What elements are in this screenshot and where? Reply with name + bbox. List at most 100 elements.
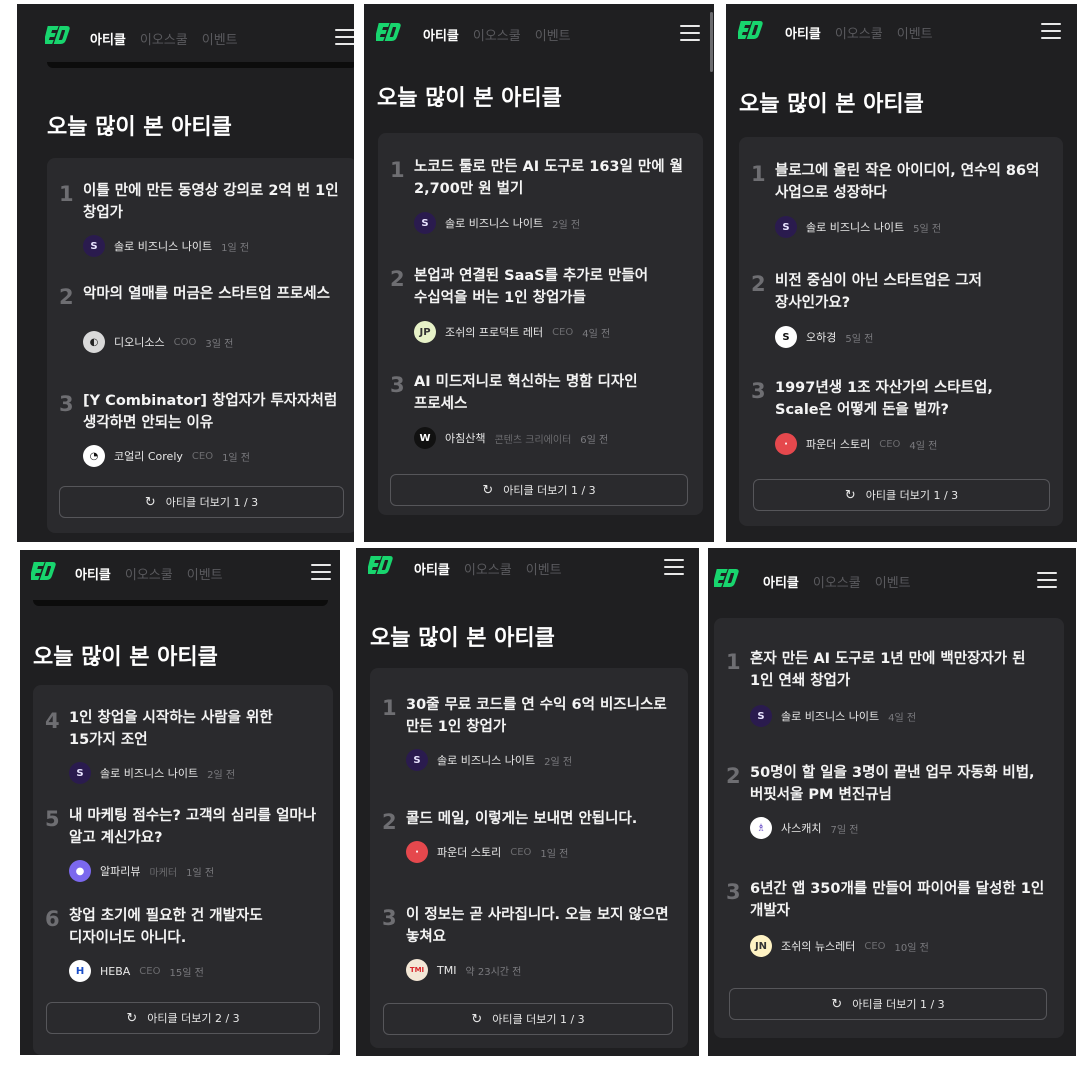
author-avatar[interactable]: S <box>414 212 436 234</box>
nav-tab[interactable]: 이벤트 <box>187 564 223 583</box>
nav-tab[interactable]: 이오스쿨 <box>473 25 521 44</box>
author-name[interactable]: 코얼리 Corely <box>114 448 183 464</box>
author-name[interactable]: 솔로 비즈니스 나이트 <box>437 752 535 768</box>
nav-tab[interactable]: 이벤트 <box>202 29 238 48</box>
author-name[interactable]: 솔로 비즈니스 나이트 <box>445 215 543 231</box>
hamburger-menu-icon[interactable] <box>1041 23 1061 39</box>
load-more-button[interactable]: ↻ 아티클 더보기 1 / 3 <box>383 1003 673 1035</box>
hamburger-menu-icon[interactable] <box>335 29 354 45</box>
nav-tab[interactable]: 아티클 <box>75 564 111 583</box>
load-more-button[interactable]: ↻ 아티클 더보기 1 / 3 <box>59 486 344 518</box>
author-name[interactable]: 사스캐치 <box>781 820 821 836</box>
nav-tab[interactable]: 아티클 <box>785 23 821 42</box>
nav-tab[interactable]: 이오스쿨 <box>140 29 188 48</box>
eo-logo-icon[interactable] <box>738 19 764 41</box>
author-avatar[interactable]: · <box>406 841 428 863</box>
eo-logo-icon[interactable] <box>714 567 740 589</box>
article-title[interactable]: 1인 창업을 시작하는 사람을 위한 15가지 조언 <box>69 707 321 751</box>
article-item[interactable]: 1 이틀 만에 만든 동영상 강의로 2억 번 1인 창업가 S 솔로 비즈니스 나이… <box>59 180 345 260</box>
article-title[interactable]: 내 마케팅 점수는? 고객의 심리를 얼마나 알고 계신가요? <box>69 805 321 849</box>
article-item[interactable]: 3 6년간 앱 350개를 만들어 파이어를 달성한 1인 개발자 JN 조쉬의 뉴스… <box>726 878 1052 958</box>
hamburger-menu-icon[interactable] <box>1037 572 1057 588</box>
author-name[interactable]: 조쉬의 뉴스레터 <box>781 938 855 954</box>
article-title[interactable]: 이틀 만에 만든 동영상 강의로 2억 번 1인 창업가 <box>83 180 345 224</box>
author-name[interactable]: 아침산책 <box>445 430 485 446</box>
nav-tab[interactable]: 아티클 <box>90 29 126 48</box>
article-item[interactable]: 2 비전 중심이 아닌 스타트업은 그저 장사인가요? S 오하경 5일 전 <box>751 270 1051 350</box>
article-item[interactable]: 2 콜드 메일, 이렇게는 보내면 안됩니다. · 파운더 스토리 CEO 1일 전 <box>382 808 676 888</box>
article-item[interactable]: 3 AI 미드저니로 혁신하는 명함 디자인 프로세스 W 아침산책 콘텐츠 크리에이터… <box>390 371 691 451</box>
load-more-button[interactable]: ↻ 아티클 더보기 2 / 3 <box>46 1002 320 1034</box>
article-item[interactable]: 5 내 마케팅 점수는? 고객의 심리를 얼마나 알고 계신가요? ● 알파리뷰 마케터… <box>45 805 321 885</box>
nav-tab[interactable]: 이벤트 <box>875 572 911 591</box>
author-avatar[interactable]: ● <box>69 860 91 882</box>
author-name[interactable]: 오하경 <box>806 329 836 345</box>
eo-logo-icon[interactable] <box>368 554 394 576</box>
article-title[interactable]: AI 미드저니로 혁신하는 명함 디자인 프로세스 <box>414 371 691 415</box>
article-item[interactable]: 3 이 정보는 곧 사라집니다. 오늘 보지 않으면 놓쳐요 TMI TMI 약 23시… <box>382 904 676 984</box>
author-avatar[interactable]: H <box>69 960 91 982</box>
article-item[interactable]: 4 1인 창업을 시작하는 사람을 위한 15가지 조언 S 솔로 비즈니스 나이트 2… <box>45 707 321 787</box>
author-name[interactable]: 솔로 비즈니스 나이트 <box>781 708 879 724</box>
article-title[interactable]: 1997년생 1조 자산가의 스타트업, Scale은 어떻게 돈을 벌까? <box>775 377 1051 421</box>
author-avatar[interactable]: S <box>750 705 772 727</box>
article-title[interactable]: 6년간 앱 350개를 만들어 파이어를 달성한 1인 개발자 <box>750 878 1052 922</box>
hamburger-menu-icon[interactable] <box>680 25 700 41</box>
author-name[interactable]: HEBA <box>100 965 130 978</box>
article-item[interactable]: 1 노코드 툴로 만든 AI 도구로 163일 만에 월 2,700만 원 벌기 S… <box>390 156 691 236</box>
nav-tab[interactable]: 이오스쿨 <box>835 23 883 42</box>
article-title[interactable]: 혼자 만든 AI 도구로 1년 만에 백만장자가 된 1인 연쇄 창업가 <box>750 648 1052 692</box>
author-avatar[interactable]: JP <box>414 321 436 343</box>
author-name[interactable]: 파운더 스토리 <box>806 436 870 452</box>
nav-tab[interactable]: 이벤트 <box>526 559 562 578</box>
article-title[interactable]: 창업 초기에 필요한 건 개발자도 디자이너도 아니다. <box>69 905 321 949</box>
article-item[interactable]: 2 악마의 열매를 머금은 스타트업 프로세스 ◐ 디오니소스 COO 3일 전 <box>59 283 345 363</box>
hamburger-menu-icon[interactable] <box>311 564 331 580</box>
nav-tab[interactable]: 아티클 <box>414 559 450 578</box>
scrollbar-thumb[interactable] <box>710 12 713 72</box>
article-title[interactable]: 비전 중심이 아닌 스타트업은 그저 장사인가요? <box>775 270 1051 314</box>
author-avatar[interactable]: ◔ <box>83 445 105 467</box>
article-title[interactable]: 블로그에 올린 작은 아이디어, 연수익 86억 사업으로 성장하다 <box>775 160 1051 204</box>
article-item[interactable]: 2 본업과 연결된 SaaS를 추가로 만들어 수십억을 버는 1인 창업가들 JP… <box>390 265 691 345</box>
author-avatar[interactable]: ◐ <box>83 331 105 353</box>
nav-tab[interactable]: 이벤트 <box>535 25 571 44</box>
article-title[interactable]: 이 정보는 곧 사라집니다. 오늘 보지 않으면 놓쳐요 <box>406 904 676 948</box>
load-more-button[interactable]: ↻ 아티클 더보기 1 / 3 <box>390 474 688 506</box>
author-avatar[interactable]: W <box>414 427 436 449</box>
article-title[interactable]: 악마의 열매를 머금은 스타트업 프로세스 <box>83 283 345 305</box>
eo-logo-icon[interactable] <box>376 21 402 43</box>
author-avatar[interactable]: S <box>775 326 797 348</box>
article-title[interactable]: 노코드 툴로 만든 AI 도구로 163일 만에 월 2,700만 원 벌기 <box>414 156 691 200</box>
author-name[interactable]: 파운더 스토리 <box>437 844 501 860</box>
author-name[interactable]: 디오니소스 <box>114 334 165 350</box>
article-item[interactable]: 6 창업 초기에 필요한 건 개발자도 디자이너도 아니다. H HEBA CEO 15일… <box>45 905 321 985</box>
author-avatar[interactable]: JN <box>750 935 772 957</box>
nav-tab[interactable]: 이벤트 <box>897 23 933 42</box>
author-avatar[interactable]: S <box>83 235 105 257</box>
nav-tab[interactable]: 이오스쿨 <box>125 564 173 583</box>
load-more-button[interactable]: ↻ 아티클 더보기 1 / 3 <box>729 988 1047 1020</box>
article-item[interactable]: 3 [Y Combinator] 창업자가 투자자처럼 생각하면 안되는 이유 ◔ 코… <box>59 390 345 470</box>
nav-tab[interactable]: 이오스쿨 <box>813 572 861 591</box>
hamburger-menu-icon[interactable] <box>664 559 684 575</box>
author-avatar[interactable]: S <box>69 762 91 784</box>
author-name[interactable]: 알파리뷰 <box>100 863 140 879</box>
author-name[interactable]: TMI <box>437 964 456 977</box>
author-name[interactable]: 솔로 비즈니스 나이트 <box>100 765 198 781</box>
author-name[interactable]: 조쉬의 프로덕트 레터 <box>445 324 543 340</box>
article-title[interactable]: 50명이 할 일을 3명이 끝낸 업무 자동화 비법, 버핏서울 PM 변진규님 <box>750 762 1052 806</box>
article-item[interactable]: 1 30줄 무료 코드를 연 수익 6억 비즈니스로 만든 1인 창업가 S 솔로 비… <box>382 694 676 774</box>
author-avatar[interactable]: ♗ <box>750 817 772 839</box>
nav-tab[interactable]: 이오스쿨 <box>464 559 512 578</box>
article-item[interactable]: 1 블로그에 올린 작은 아이디어, 연수익 86억 사업으로 성장하다 S 솔로 비… <box>751 160 1051 240</box>
article-item[interactable]: 1 혼자 만든 AI 도구로 1년 만에 백만장자가 된 1인 연쇄 창업가 S 솔로… <box>726 648 1052 728</box>
article-title[interactable]: 본업과 연결된 SaaS를 추가로 만들어 수십억을 버는 1인 창업가들 <box>414 265 691 309</box>
article-item[interactable]: 2 50명이 할 일을 3명이 끝낸 업무 자동화 비법, 버핏서울 PM 변진규… <box>726 762 1052 842</box>
load-more-button[interactable]: ↻ 아티클 더보기 1 / 3 <box>753 479 1050 511</box>
eo-logo-icon[interactable] <box>31 560 57 582</box>
nav-tab[interactable]: 아티클 <box>423 25 459 44</box>
author-name[interactable]: 솔로 비즈니스 나이트 <box>806 219 904 235</box>
article-title[interactable]: 30줄 무료 코드를 연 수익 6억 비즈니스로 만든 1인 창업가 <box>406 694 676 738</box>
author-avatar[interactable]: S <box>406 749 428 771</box>
